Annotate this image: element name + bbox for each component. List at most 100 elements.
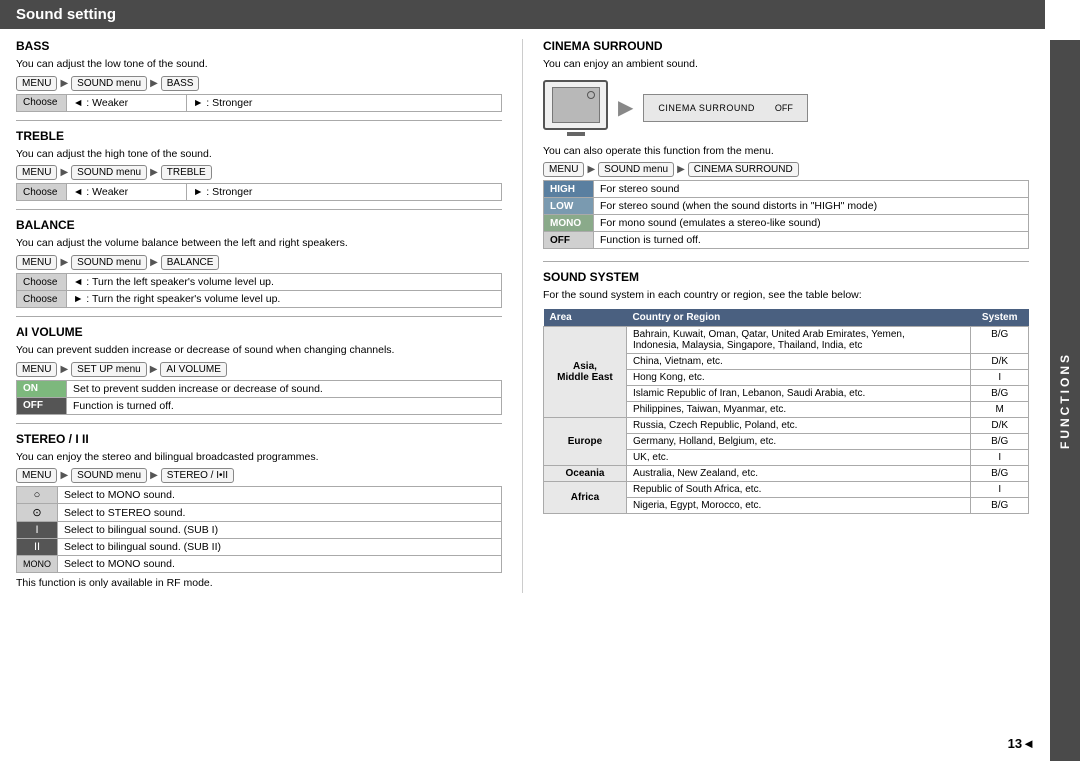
country-cell: China, Vietnam, etc. [626, 354, 971, 370]
country-cell: Russia, Czech Republic, Poland, etc. [626, 418, 971, 434]
stereo-menu-box-3: STEREO / I•II [161, 468, 234, 483]
bass-menu-box-2: SOUND menu [71, 76, 147, 91]
ai-volume-title: AI VOLUME [16, 325, 502, 339]
cinema-menu-box-3: CINEMA SURROUND [688, 162, 799, 177]
table-row: Choose ◄ : Weaker ► : Stronger [17, 94, 502, 111]
balance-menu-box-2: SOUND menu [71, 255, 147, 270]
ai-volume-section: AI VOLUME You can prevent sudden increas… [16, 325, 502, 415]
treble-desc: You can adjust the high tone of the soun… [16, 147, 502, 162]
big-arrow-icon: ▶ [618, 95, 633, 120]
ai-menu-box-1: MENU [16, 362, 57, 377]
table-row: ON Set to prevent sudden increase or dec… [17, 380, 502, 397]
cinema-mono-desc: For mono sound (emulates a stereo-like s… [594, 215, 1029, 232]
page-header: Sound setting [0, 0, 1045, 29]
arrow: ▶ [60, 78, 68, 89]
ai-menu-box-3: AI VOLUME [160, 362, 226, 377]
balance-menu-box-3: BALANCE [161, 255, 220, 270]
cinema-menu-box-2: SOUND menu [598, 162, 674, 177]
table-row: MONO Select to MONO sound. [17, 556, 502, 573]
weaker-cell: ◄ : Weaker [67, 94, 187, 111]
stereo-val-3: Select to bilingual sound. (SUB I) [58, 522, 502, 539]
bass-section: BASS You can adjust the low tone of the … [16, 39, 502, 112]
tv-icon-wrapper [543, 80, 608, 136]
cinema-mode-low: LOW [544, 198, 594, 215]
country-cell: Hong Kong, etc. [626, 370, 971, 386]
europe-area: Europe [544, 418, 627, 466]
system-cell: I [971, 482, 1029, 498]
arrow: ▶ [150, 167, 158, 178]
balance-left-val: ◄ : Turn the left speaker's volume level… [67, 274, 502, 291]
system-cell: B/G [971, 327, 1029, 354]
country-header: Country or Region [626, 309, 971, 327]
country-cell: Islamic Republic of Iran, Lebanon, Saudi… [626, 386, 971, 402]
system-cell: I [971, 450, 1029, 466]
stereo-val-5: Select to MONO sound. [58, 556, 502, 573]
cinema-screen-label: CINEMA SURROUND [658, 103, 755, 113]
stereo-note: This function is only available in RF mo… [16, 577, 502, 589]
bass-menu-path: MENU ▶ SOUND menu ▶ BASS [16, 76, 502, 91]
stereo-title: STEREO / I II [16, 432, 502, 446]
country-cell: Bahrain, Kuwait, Oman, Qatar, United Ara… [626, 327, 971, 354]
cinema-image-area: ▶ CINEMA SURROUND OFF [543, 80, 1029, 136]
choose-label: Choose [17, 94, 67, 111]
choose-label: Choose [17, 291, 67, 308]
stereo-menu-box-1: MENU [16, 468, 57, 483]
cinema-mode-mono: MONO [544, 215, 594, 232]
system-cell: B/G [971, 434, 1029, 450]
balance-title: BALANCE [16, 218, 502, 232]
on-label: ON [17, 380, 67, 397]
arrow: ▶ [150, 364, 158, 375]
system-cell: M [971, 402, 1029, 418]
two-column-layout: BASS You can adjust the low tone of the … [0, 39, 1045, 593]
stronger-cell: ► : Stronger [187, 94, 502, 111]
country-cell: Germany, Holland, Belgium, etc. [626, 434, 971, 450]
balance-menu-box-1: MENU [16, 255, 57, 270]
cinema-mode-high: HIGH [544, 181, 594, 198]
tv-screen [552, 87, 600, 123]
table-header-row: Area Country or Region System [544, 309, 1029, 327]
stereo-val-1: Select to MONO sound. [58, 487, 502, 504]
table-row: Asia,Middle East Bahrain, Kuwait, Oman, … [544, 327, 1029, 354]
stereo-menu-path: MENU ▶ SOUND menu ▶ STEREO / I•II [16, 468, 502, 483]
stereo-menu-box-2: SOUND menu [71, 468, 147, 483]
tv-stand [567, 132, 585, 136]
functions-sidebar: FUNCTIONS [1050, 40, 1080, 761]
cinema-surround-table: HIGH For stereo sound LOW For stereo sou… [543, 180, 1029, 249]
stereo-val-2: Select to STEREO sound. [58, 504, 502, 522]
ai-volume-menu-path: MENU ▶ SET UP menu ▶ AI VOLUME [16, 362, 502, 377]
treble-menu-box-2: SOUND menu [71, 165, 147, 180]
balance-section: BALANCE You can adjust the volume balanc… [16, 218, 502, 308]
bass-menu-box-1: MENU [16, 76, 57, 91]
choose-label: Choose [17, 274, 67, 291]
table-row: Choose ◄ : Turn the left speaker's volum… [17, 274, 502, 291]
stereo-icon-mono1: ○ [17, 487, 58, 504]
arrow: ▶ [60, 257, 68, 268]
arrow: ▶ [150, 78, 158, 89]
stereo-table: ○ Select to MONO sound. ⊙ Select to STER… [16, 486, 502, 573]
country-cell: Australia, New Zealand, etc. [626, 466, 971, 482]
arrow: ▶ [677, 164, 685, 175]
table-row: OFF Function is turned off. [17, 397, 502, 414]
sound-system-section: SOUND SYSTEM For the sound system in eac… [543, 270, 1029, 514]
right-column: CINEMA SURROUND You can enjoy an ambient… [523, 39, 1029, 593]
table-row: Oceania Australia, New Zealand, etc. B/G [544, 466, 1029, 482]
table-row: Choose ► : Turn the right speaker's volu… [17, 291, 502, 308]
system-cell: B/G [971, 498, 1029, 514]
balance-choose-table: Choose ◄ : Turn the left speaker's volum… [16, 273, 502, 308]
weaker-cell: ◄ : Weaker [67, 184, 187, 201]
arrow: ▶ [150, 257, 158, 268]
cinema-low-desc: For stereo sound (when the sound distort… [594, 198, 1029, 215]
main-content: Sound setting BASS You can adjust the lo… [0, 0, 1080, 593]
cinema-surround-desc: You can enjoy an ambient sound. [543, 57, 1029, 72]
table-row: Choose ◄ : Weaker ► : Stronger [17, 184, 502, 201]
balance-right-val: ► : Turn the right speaker's volume leve… [67, 291, 502, 308]
balance-desc: You can adjust the volume balance betwee… [16, 236, 502, 251]
table-row: II Select to bilingual sound. (SUB II) [17, 539, 502, 556]
stereo-desc: You can enjoy the stereo and bilingual b… [16, 450, 502, 465]
stereo-icon-stereo: ⊙ [17, 504, 58, 522]
treble-section: TREBLE You can adjust the high tone of t… [16, 129, 502, 202]
table-row: LOW For stereo sound (when the sound dis… [544, 198, 1029, 215]
stereo-icon-ii: II [17, 539, 58, 556]
asia-area: Asia,Middle East [544, 327, 627, 418]
cinema-screen-mockup: CINEMA SURROUND OFF [643, 94, 808, 122]
